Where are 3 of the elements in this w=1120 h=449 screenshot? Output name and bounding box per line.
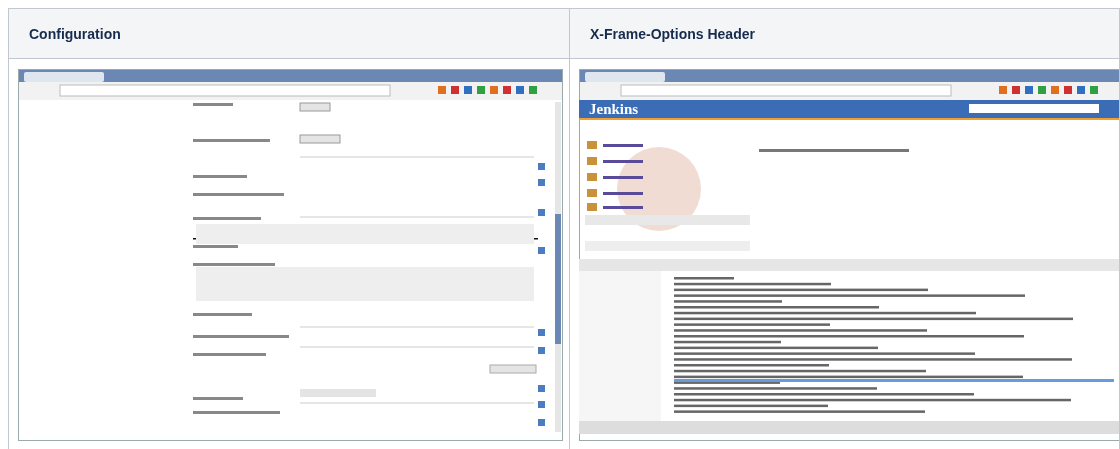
- column-header: Configuration: [9, 9, 570, 59]
- column-header: X-Frame-Options Header: [570, 9, 1120, 59]
- jenkins-logo: Jenkins: [589, 101, 639, 117]
